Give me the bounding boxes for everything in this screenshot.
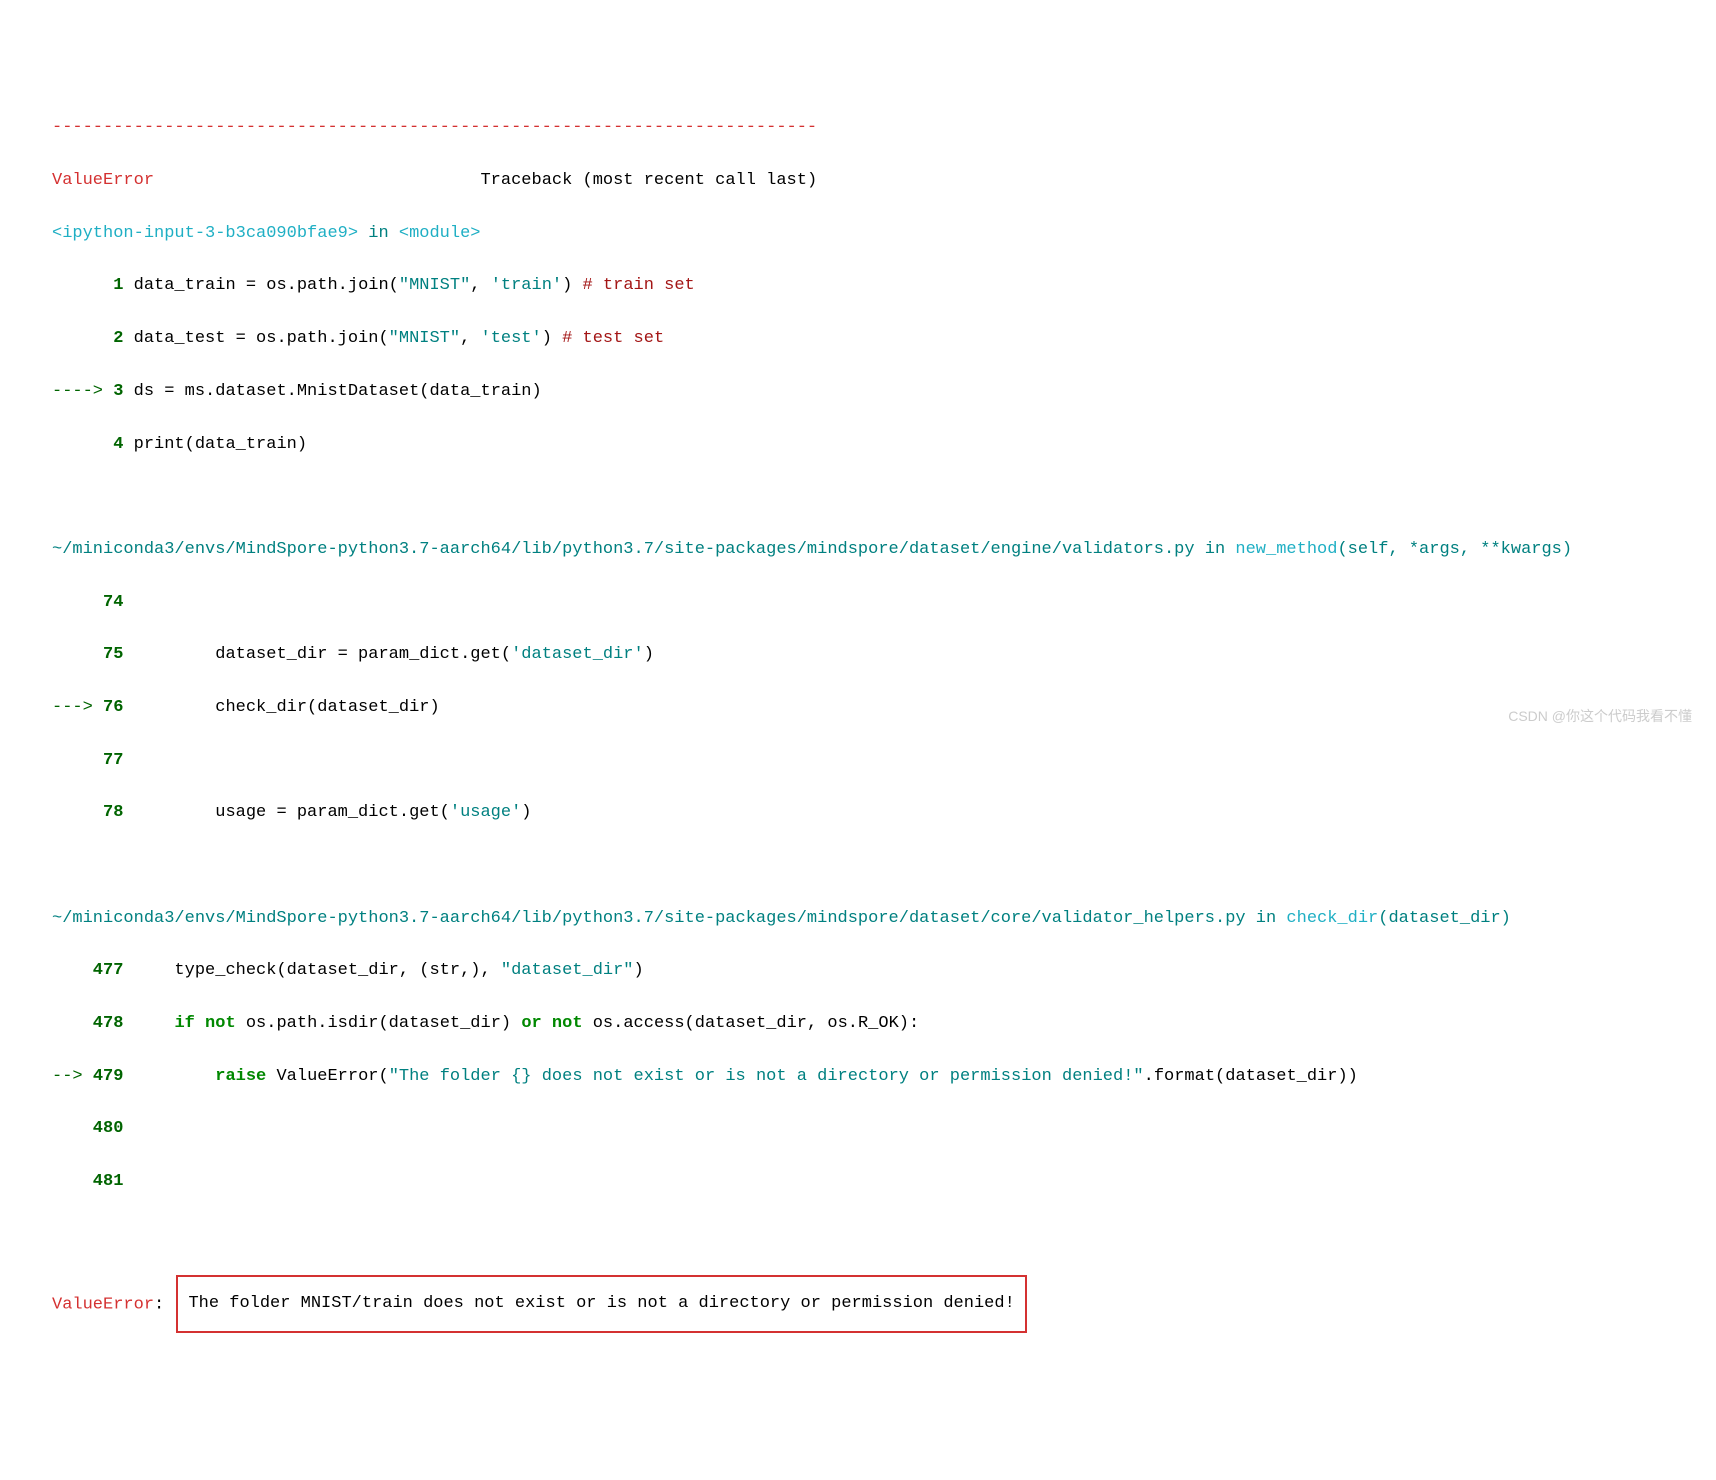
- comment: # test set: [552, 329, 664, 348]
- lineno: 481: [52, 1172, 123, 1191]
- lineno: 2: [52, 329, 123, 348]
- frame2-line77: 77: [0, 748, 1716, 774]
- lineno: 477: [52, 961, 123, 980]
- lineno: 75: [52, 645, 123, 664]
- traceback-hr: ----------------------------------------…: [0, 115, 1716, 141]
- arrow-icon: -->: [52, 1067, 93, 1086]
- lineno: 3: [113, 382, 123, 401]
- frame2-line75: 75 dataset_dir = param_dict.get('dataset…: [0, 642, 1716, 668]
- frame3-line480: 480: [0, 1116, 1716, 1142]
- lineno: 478: [52, 1014, 123, 1033]
- frame3-line477: 477 type_check(dataset_dir, (str,), "dat…: [0, 958, 1716, 984]
- error-message-box: The folder MNIST/train does not exist or…: [176, 1275, 1026, 1333]
- frame1-location: <ipython-input-3-b3ca090bfae9> in <modul…: [0, 221, 1716, 247]
- lineno: 77: [52, 751, 123, 770]
- blank: [0, 484, 1716, 510]
- exception-type: ValueError: [52, 1295, 154, 1314]
- frame3-line479-current: --> 479 raise ValueError("The folder {} …: [0, 1064, 1716, 1090]
- csdn-watermark: CSDN @你这个代码我看不懂: [1508, 706, 1692, 728]
- traceback-label: Traceback (most recent call last): [480, 171, 817, 190]
- arrow-icon: --->: [52, 698, 103, 717]
- comment: # train set: [572, 276, 694, 295]
- traceback-header: ValueError Traceback (most recent call l…: [0, 168, 1716, 194]
- frame3-line481: 481: [0, 1169, 1716, 1195]
- frame3-location: ~/miniconda3/envs/MindSpore-python3.7-aa…: [0, 906, 1716, 932]
- frame3-line478: 478 if not os.path.isdir(dataset_dir) or…: [0, 1011, 1716, 1037]
- lineno: 479: [93, 1067, 124, 1086]
- frame2-line76-current: ---> 76 check_dir(dataset_dir): [0, 695, 1716, 721]
- lineno: 4: [52, 435, 123, 454]
- lineno: 78: [52, 803, 123, 822]
- frame1-line4: 4 print(data_train): [0, 432, 1716, 458]
- lineno: 74: [52, 593, 123, 612]
- lineno: 76: [103, 698, 123, 717]
- frame2-line74: 74: [0, 590, 1716, 616]
- frame2-location: ~/miniconda3/envs/MindSpore-python3.7-aa…: [0, 537, 1716, 563]
- exception-type: ValueError: [52, 171, 154, 190]
- final-error: ValueError: The folder MNIST/train does …: [0, 1275, 1716, 1333]
- arrow-icon: ---->: [52, 382, 113, 401]
- frame2-line78: 78 usage = param_dict.get('usage'): [0, 800, 1716, 826]
- frame1-line2: 2 data_test = os.path.join("MNIST", 'tes…: [0, 326, 1716, 352]
- lineno: 480: [52, 1119, 123, 1138]
- frame1-line3-current: ----> 3 ds = ms.dataset.MnistDataset(dat…: [0, 379, 1716, 405]
- frame1-line1: 1 data_train = os.path.join("MNIST", 'tr…: [0, 273, 1716, 299]
- blank: [0, 853, 1716, 879]
- blank: [0, 1222, 1716, 1248]
- lineno: 1: [52, 276, 123, 295]
